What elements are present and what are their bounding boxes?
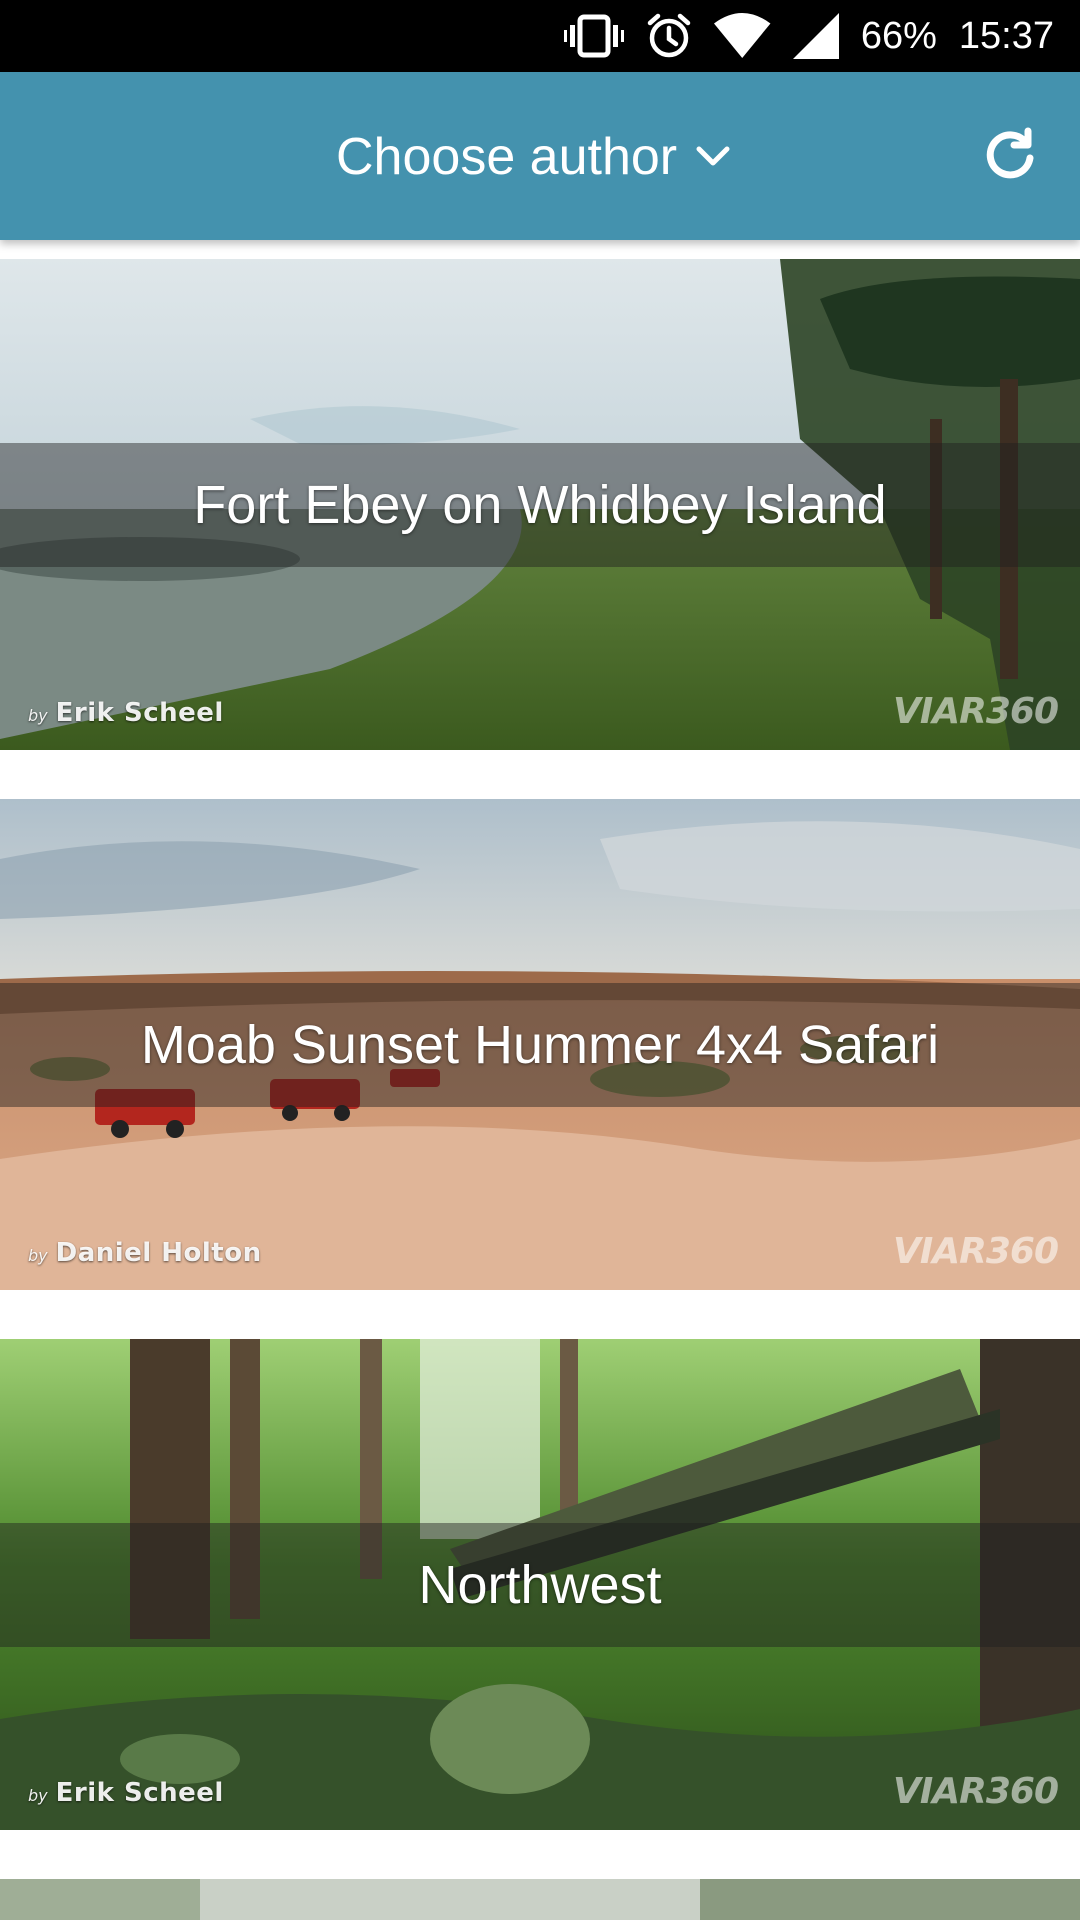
author-credit: by Daniel Holton (28, 1238, 262, 1268)
author-credit: by Erik Scheel (28, 1778, 224, 1808)
author-name: Daniel Holton (55, 1238, 262, 1268)
author-name: Erik Scheel (55, 698, 224, 728)
tour-title: Fort Ebey on Whidbey Island (193, 475, 887, 535)
by-label: by (28, 1786, 48, 1805)
choose-author-label: Choose author (336, 128, 678, 186)
author-name: Erik Scheel (55, 1778, 224, 1808)
tour-card[interactable] (0, 1879, 1080, 1920)
title-band: Northwest (0, 1523, 1080, 1647)
tour-thumbnail (0, 1879, 1080, 1920)
vibrate-icon (564, 12, 625, 60)
tour-card[interactable]: Northwest by Erik Scheel VIAR360 (0, 1339, 1080, 1830)
refresh-icon (983, 127, 1037, 185)
wifi-icon (714, 12, 771, 60)
viar360-watermark: VIAR360 (893, 1771, 1059, 1812)
refresh-button[interactable] (978, 124, 1042, 188)
tour-card[interactable]: Moab Sunset Hummer 4x4 Safari by Daniel … (0, 799, 1080, 1290)
viar360-watermark: VIAR360 (893, 691, 1059, 732)
clock-time: 15:37 (958, 14, 1054, 57)
viar360-watermark: VIAR360 (893, 1231, 1059, 1272)
app-bar: Choose author (0, 72, 1080, 240)
title-band: Moab Sunset Hummer 4x4 Safari (0, 983, 1080, 1107)
signal-icon (792, 12, 839, 60)
chevron-down-icon (695, 145, 731, 169)
tour-title: Moab Sunset Hummer 4x4 Safari (140, 1015, 940, 1075)
title-band: Fort Ebey on Whidbey Island (0, 443, 1080, 567)
tour-title: Northwest (418, 1555, 662, 1615)
by-label: by (28, 1246, 48, 1265)
status-bar: 66% 15:37 (0, 0, 1080, 72)
choose-author-dropdown[interactable]: Choose author (336, 122, 731, 192)
tour-card[interactable]: Fort Ebey on Whidbey Island by Erik Sche… (0, 259, 1080, 750)
author-credit: by Erik Scheel (28, 698, 224, 728)
alarm-icon (646, 12, 692, 60)
battery-percent: 66% (860, 14, 937, 57)
by-label: by (28, 706, 48, 725)
